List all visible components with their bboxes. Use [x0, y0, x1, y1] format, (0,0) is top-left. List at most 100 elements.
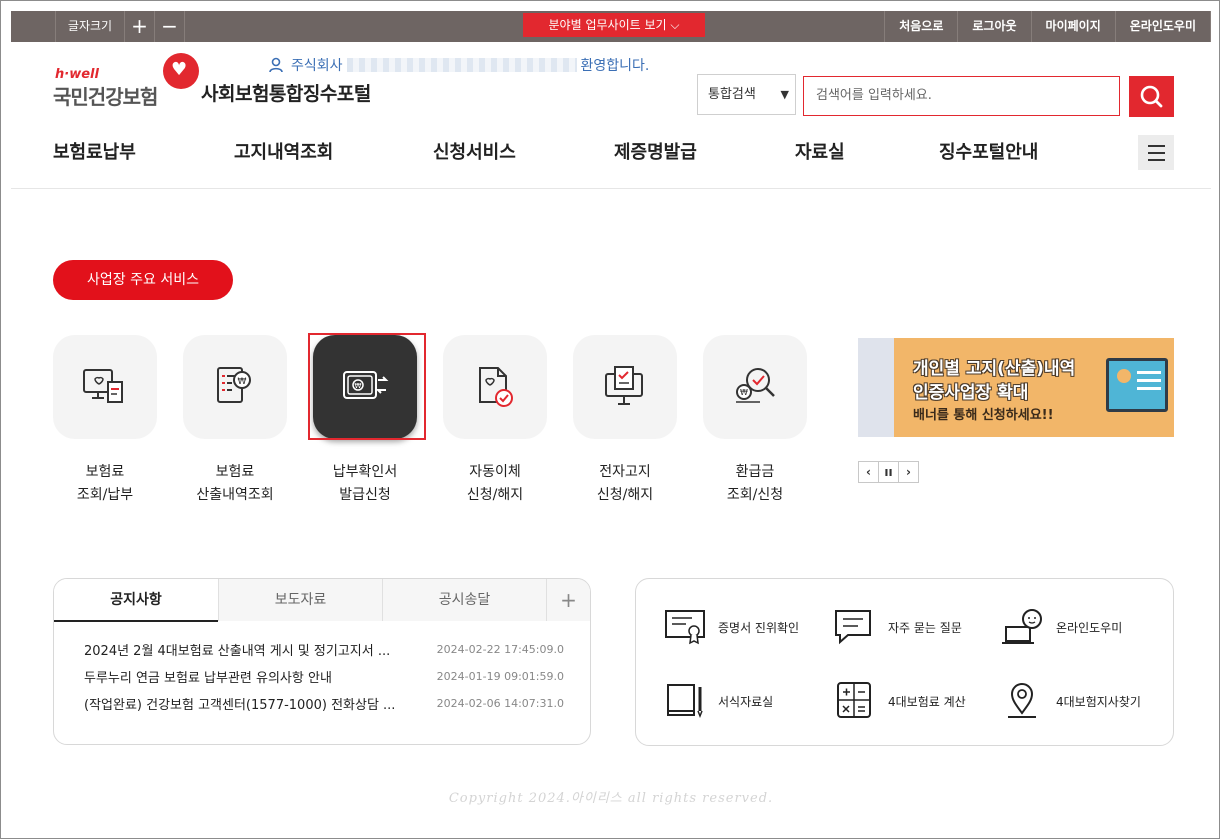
copyright-watermark: Copyright 2024.아이리스 all rights reserved. [448, 791, 774, 806]
banner-prev-button[interactable]: ‹ [858, 461, 879, 483]
banner-headline-1: 개인별 고지(산출)내역 [913, 359, 1076, 379]
chevron-down-icon: ▼ [780, 88, 789, 101]
nav-premium-payment[interactable]: 보험료납부 [53, 138, 136, 164]
service-tile: ₩ [183, 335, 287, 439]
helper-icon [1002, 609, 1042, 644]
service-label: 전자고지 신청/해지 [573, 461, 677, 507]
service-label-line2: 조회/신청 [726, 487, 784, 503]
notice-title: 두루누리 연금 보험료 납부관련 유의사항 안내 [84, 671, 332, 686]
payment-card-icon: ₩ [343, 371, 389, 399]
quick-link-branch-finder[interactable]: 4대보험지사찾기 [1002, 681, 1141, 721]
service-tile [573, 335, 677, 439]
user-icon [269, 57, 283, 73]
hamburger-line [1148, 159, 1165, 161]
quick-link-premium-calculator[interactable]: 4대보험료 계산 [834, 681, 966, 721]
notice-item[interactable]: (작업완료) 건강보험 고객센터(1577-1000) 전화상담 ... 202… [84, 694, 564, 714]
quick-link-certificate-verify[interactable]: 증명서 진위확인 [664, 607, 799, 647]
banner-left-illustration [858, 338, 894, 437]
service-label-line1: 보험료 [215, 464, 255, 480]
font-decrease-button[interactable]: − [155, 11, 185, 42]
notice-date: 2024-02-22 17:45:09.0 [436, 643, 564, 656]
service-refund[interactable]: ₩ 환급금 조회/신청 [703, 335, 807, 507]
chat-bubble-icon [835, 610, 871, 645]
notice-item[interactable]: 2024년 2월 4대보험료 산출내역 게시 및 정기고지서 ... 2024-… [84, 640, 564, 660]
font-increase-button[interactable]: + [125, 11, 155, 42]
notice-tabs: 공지사항 보도자료 공시송달 + [54, 579, 590, 622]
service-label: 보험료 조회/납부 [53, 461, 157, 507]
magnifier-won-icon: ₩ [736, 368, 775, 403]
search-button[interactable] [1129, 76, 1174, 117]
nav-application-service[interactable]: 신청서비스 [433, 138, 516, 164]
tab-public-notice[interactable]: 공시송달 [382, 579, 546, 621]
header-divider [11, 188, 1211, 189]
calculator-icon [837, 682, 871, 718]
service-label: 보험료 산출내역조회 [183, 461, 287, 507]
banner-pause-button[interactable]: ıı [878, 461, 899, 483]
hamburger-line [1148, 152, 1165, 154]
service-label-line2: 발급신청 [339, 487, 391, 503]
mypage-link[interactable]: 마이페이지 [1030, 11, 1115, 42]
service-e-notice[interactable]: 전자고지 신청/해지 [573, 335, 677, 507]
utility-links: 처음으로 로그아웃 마이페이지 온라인도우미 [884, 11, 1211, 42]
search-scope-select[interactable]: 통합검색 ▼ [697, 74, 796, 115]
search-input[interactable]: 검색어를 입력하세요. [803, 76, 1120, 116]
nhis-logo[interactable]: h·well 국민건강보험 ♥ [53, 53, 203, 109]
welcome-prefix: 주식회사 [291, 58, 343, 74]
logo-hwell-text: h·well [55, 67, 99, 82]
home-link[interactable]: 처음으로 [884, 11, 957, 42]
hamburger-line [1148, 145, 1165, 147]
quick-link-forms[interactable]: 서식자료실 [664, 681, 773, 721]
banner-headline-2: 인증사업장 확대 [913, 383, 1029, 403]
service-label-line2: 산출내역조회 [196, 487, 274, 503]
notice-title: 2024년 2월 4대보험료 산출내역 게시 및 정기고지서 ... [84, 644, 391, 659]
service-label: 자동이체 신청/해지 [443, 461, 547, 507]
menu-button[interactable] [1138, 135, 1174, 170]
quick-link-label: 4대보험료 계산 [888, 694, 966, 709]
service-label-line2: 조회/납부 [76, 487, 134, 503]
redacted-company-name [346, 58, 577, 72]
service-label-line1: 환급금 [735, 464, 775, 480]
quick-link-online-helper[interactable]: 온라인도우미 [1002, 607, 1122, 647]
service-tile [53, 335, 157, 439]
service-premium-inquiry[interactable]: 보험료 조회/납부 [53, 335, 157, 507]
quick-link-faq[interactable]: 자주 묻는 질문 [834, 607, 962, 647]
nav-data-room[interactable]: 자료실 [795, 138, 845, 164]
certificate-icon [665, 610, 705, 645]
nav-portal-guide[interactable]: 징수포털안내 [939, 138, 1038, 164]
portal-title[interactable]: 사회보험통합징수포털 [201, 79, 371, 106]
field-site-dropdown[interactable]: 분야별 업무사이트 보기 ⌵ [523, 13, 705, 37]
svg-text:₩: ₩ [740, 388, 748, 397]
notice-date: 2024-02-06 14:07:31.0 [436, 697, 564, 710]
tab-notices[interactable]: 공지사항 [54, 579, 218, 622]
service-premium-calculation[interactable]: ₩ 보험료 산출내역조회 [183, 335, 287, 507]
search-scope-value: 통합검색 [708, 87, 756, 102]
logo-main-text: 국민건강보험 [53, 85, 158, 109]
quick-link-label: 4대보험지사찾기 [1056, 694, 1141, 709]
nav-certificate-issue[interactable]: 제증명발급 [614, 138, 697, 164]
service-label: 납부확인서 발급신청 [313, 461, 417, 507]
map-pin-icon [1008, 683, 1036, 718]
quick-link-label: 증명서 진위확인 [718, 620, 800, 635]
browser-frame: 글자크기 + − 분야별 업무사이트 보기 ⌵ 처음으로 로그아웃 마이페이지 … [0, 0, 1220, 839]
notice-item[interactable]: 두루누리 연금 보험료 납부관련 유의사항 안내 2024-01-19 09:0… [84, 667, 564, 687]
service-label-line2: 신청/해지 [466, 487, 524, 503]
more-button[interactable]: + [546, 579, 590, 621]
book-pen-icon [667, 684, 703, 719]
banner-next-button[interactable]: › [898, 461, 919, 483]
service-tile [443, 335, 547, 439]
welcome-suffix: 환영합니다. [580, 58, 650, 74]
search-icon [1140, 85, 1163, 108]
monitor-receipt-icon [83, 369, 123, 403]
service-label-line2: 신청/해지 [596, 487, 654, 503]
nav-notice-history[interactable]: 고지내역조회 [234, 138, 333, 164]
logout-link[interactable]: 로그아웃 [957, 11, 1030, 42]
service-payment-certificate[interactable]: ₩ 납부확인서 발급신청 [313, 335, 417, 507]
promo-banner[interactable]: 개인별 고지(산출)내역 인증사업장 확대 배너를 통해 신청하세요!! [858, 338, 1174, 437]
main-services-heading[interactable]: 사업장 주요 서비스 [53, 260, 233, 300]
notice-title: (작업완료) 건강보험 고객센터(1577-1000) 전화상담 ... [84, 698, 396, 713]
service-label-line1: 자동이체 [469, 464, 521, 480]
service-auto-transfer[interactable]: 자동이체 신청/해지 [443, 335, 547, 507]
online-helper-link[interactable]: 온라인도우미 [1114, 11, 1211, 42]
tab-press[interactable]: 보도자료 [218, 579, 382, 621]
quick-link-label: 자주 묻는 질문 [888, 620, 962, 635]
